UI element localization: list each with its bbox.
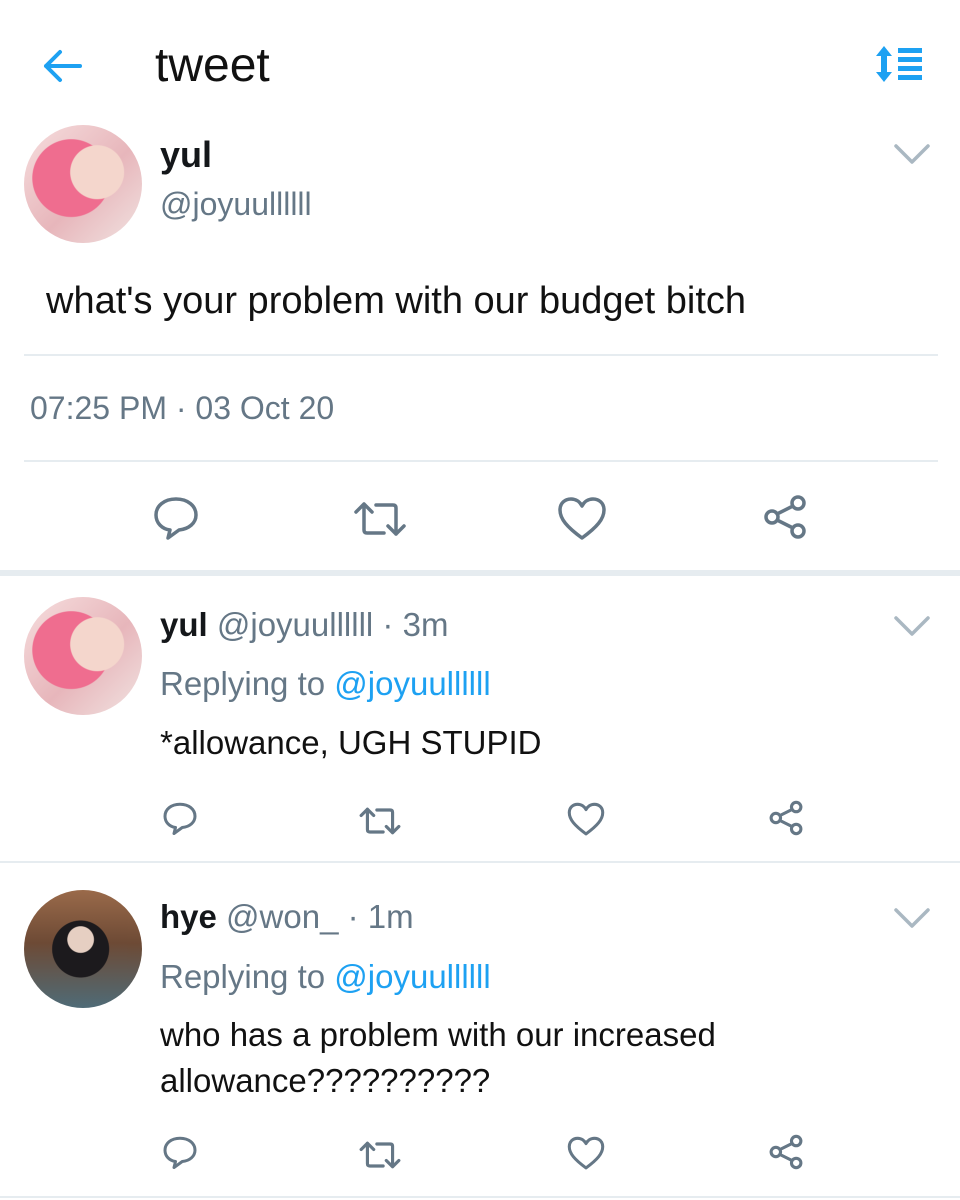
back-arrow-icon[interactable] xyxy=(40,44,84,88)
reply-text-line-2: allowance?????????? xyxy=(160,1062,491,1099)
reply-header: hye @won_ · 1m xyxy=(160,898,414,936)
handle[interactable]: @joyuullllll xyxy=(160,186,312,223)
like-icon[interactable] xyxy=(567,1136,605,1171)
replying-to: Replying to @joyuullllll xyxy=(160,958,491,996)
avatar[interactable] xyxy=(24,890,142,1008)
avatar[interactable] xyxy=(24,125,142,243)
chevron-down-icon[interactable] xyxy=(892,612,932,640)
reply-icon[interactable] xyxy=(152,495,200,541)
handle[interactable]: @won_ xyxy=(226,898,338,935)
tweet-text: what's your problem with our budget bitc… xyxy=(46,280,747,322)
reply-time: 3m xyxy=(402,606,449,643)
share-icon[interactable] xyxy=(768,800,804,836)
avatar[interactable] xyxy=(24,597,142,715)
replying-label: Replying to xyxy=(160,958,326,995)
replying-to-link[interactable]: @joyuullllll xyxy=(334,665,490,702)
replying-label: Replying to xyxy=(160,665,326,702)
reply-time: 1m xyxy=(367,898,414,935)
reply-text-line-1: who has a problem with our increased xyxy=(160,1016,716,1053)
reply-icon[interactable] xyxy=(162,801,198,836)
reply-icon[interactable] xyxy=(162,1135,198,1170)
divider xyxy=(24,460,938,462)
section-divider xyxy=(0,570,960,576)
divider xyxy=(0,861,960,863)
retweet-icon[interactable] xyxy=(358,1140,402,1170)
retweet-icon[interactable] xyxy=(352,500,408,538)
sort-list-icon[interactable] xyxy=(874,44,926,84)
share-icon[interactable] xyxy=(768,1134,804,1170)
divider xyxy=(0,1196,960,1198)
tweet-timestamp: 07:25 PM · 03 Oct 20 xyxy=(30,390,335,426)
share-icon[interactable] xyxy=(762,494,808,540)
chevron-down-icon[interactable] xyxy=(892,140,932,168)
handle[interactable]: @joyuullllll xyxy=(217,606,373,643)
like-icon[interactable] xyxy=(557,496,607,542)
separator-dot: · xyxy=(347,898,359,935)
replying-to-link[interactable]: @joyuullllll xyxy=(334,958,490,995)
display-name[interactable]: yul xyxy=(160,606,208,643)
reply-header: yul @joyuullllll · 3m xyxy=(160,606,448,644)
page-title: tweet xyxy=(155,39,270,92)
retweet-icon[interactable] xyxy=(358,806,402,836)
reply-text: *allowance, UGH STUPID xyxy=(160,724,542,761)
display-name[interactable]: yul xyxy=(160,134,212,176)
chevron-down-icon[interactable] xyxy=(892,904,932,932)
display-name[interactable]: hye xyxy=(160,898,217,935)
replying-to: Replying to @joyuullllll xyxy=(160,665,491,703)
separator-dot: · xyxy=(382,606,394,643)
divider xyxy=(24,354,938,356)
like-icon[interactable] xyxy=(567,802,605,837)
